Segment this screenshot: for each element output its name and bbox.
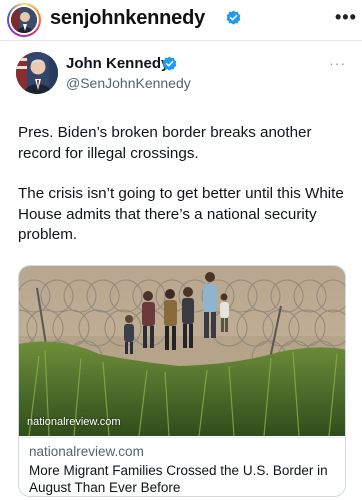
tweet-text-paragraph: The crisis isn’t going to get better unt… bbox=[18, 185, 344, 243]
tweet-author-name[interactable]: John Kennedy bbox=[66, 55, 169, 72]
link-headline[interactable]: More Migrant Families Crossed the U.S. B… bbox=[29, 462, 345, 496]
more-horizontal-icon[interactable]: ••• bbox=[335, 7, 357, 28]
more-horizontal-icon[interactable]: ··· bbox=[329, 55, 346, 71]
profile-avatar[interactable] bbox=[7, 3, 41, 37]
link-preview-image[interactable]: nationalreview.com bbox=[19, 266, 345, 436]
link-preview-footer[interactable]: nationalreview.com More Migrant Families… bbox=[19, 437, 345, 496]
embedded-tweet: John Kennedy @SenJohnKennedy ··· Pres. B… bbox=[0, 40, 362, 500]
verified-badge-icon bbox=[162, 56, 177, 71]
link-site-domain: nationalreview.com bbox=[29, 444, 144, 459]
profile-photo bbox=[11, 7, 37, 33]
verified-badge-icon bbox=[226, 10, 241, 25]
tweet-author-handle[interactable]: @SenJohnKennedy bbox=[66, 75, 191, 91]
instagram-post-header: senjohnkennedy ••• bbox=[0, 0, 362, 40]
tweet-text-paragraph: Pres. Biden’s broken border breaks anoth… bbox=[18, 124, 312, 162]
link-image-domain-label: nationalreview.com bbox=[27, 416, 121, 428]
tweet-author-avatar[interactable] bbox=[16, 52, 58, 94]
instagram-username[interactable]: senjohnkennedy bbox=[50, 7, 205, 30]
link-preview-card[interactable]: nationalreview.com nationalreview.com Mo… bbox=[18, 265, 346, 497]
